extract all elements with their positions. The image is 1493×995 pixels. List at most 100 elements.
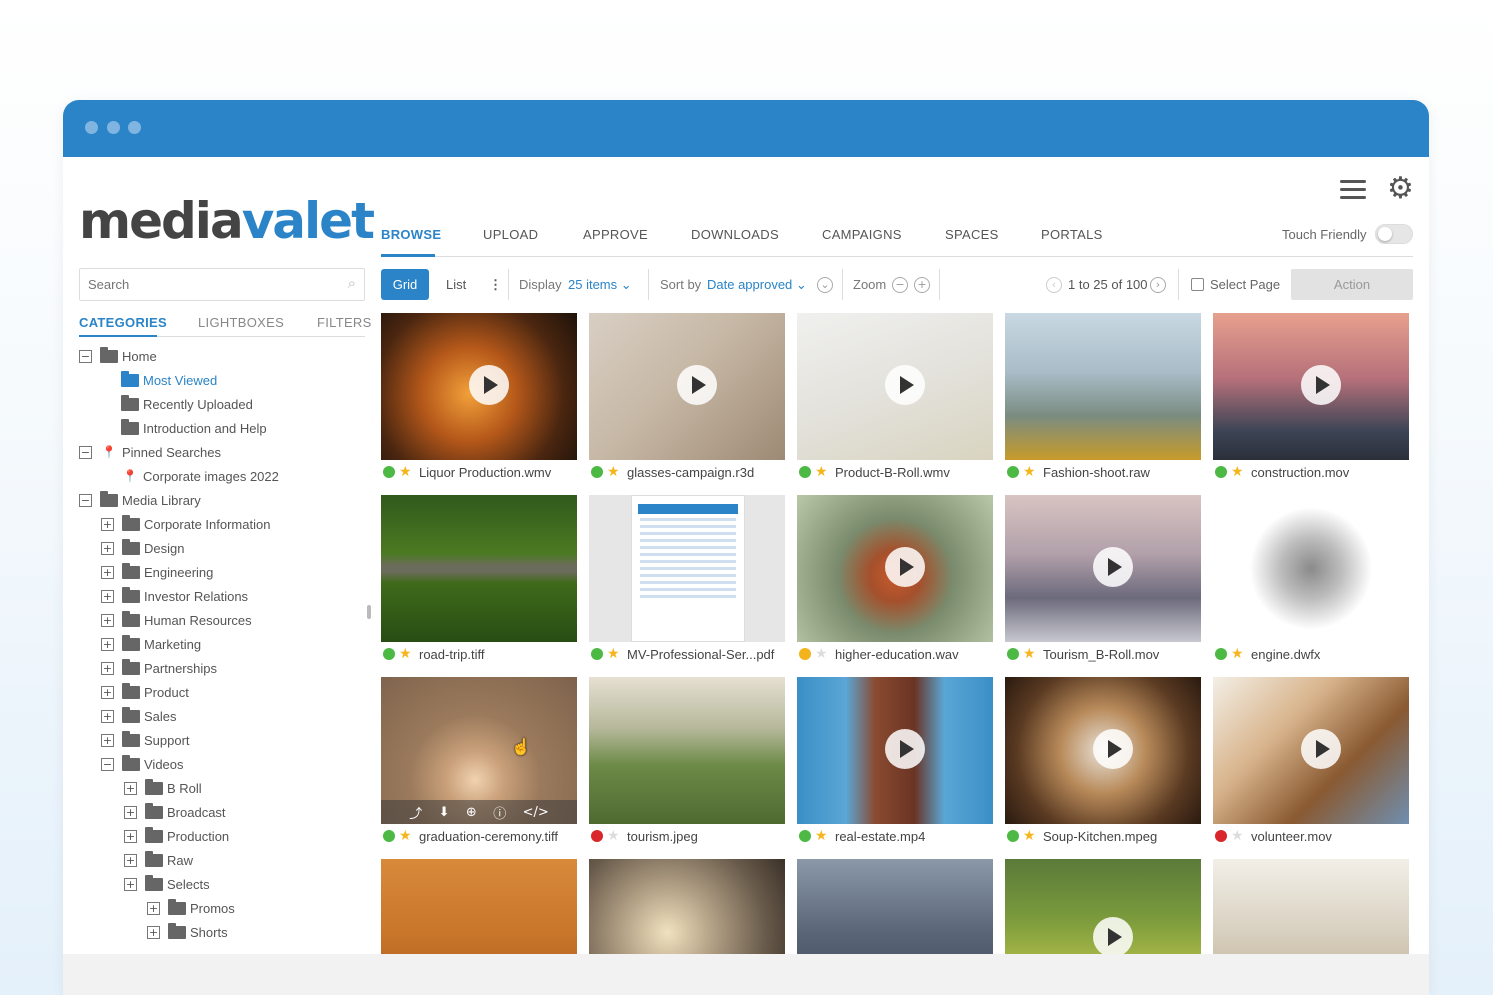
expand-icon[interactable]: + — [124, 781, 137, 795]
window-dot[interactable] — [85, 121, 98, 134]
asset-name[interactable]: MV-Professional-Ser...pdf — [627, 647, 774, 662]
expand-icon[interactable]: + — [101, 517, 114, 531]
asset-tile[interactable]: ★ MV-Professional-Ser...pdf — [589, 495, 785, 666]
asset-thumbnail[interactable] — [589, 677, 785, 824]
star-icon[interactable]: ★ — [815, 647, 829, 661]
asset-thumbnail[interactable]: ☝ ⤴ ⬇ ⊕ ⓘ </> — [381, 677, 577, 824]
asset-thumbnail[interactable] — [589, 495, 785, 642]
more-options-icon[interactable]: ⋮ — [489, 277, 502, 293]
play-icon[interactable] — [885, 365, 925, 405]
sort-direction-icon[interactable]: ⌄ — [817, 277, 833, 293]
tree-item-b-roll[interactable]: + B Roll — [124, 778, 202, 798]
asset-tile[interactable]: ★ Tourism_B-Roll.mov — [1005, 495, 1201, 666]
play-icon[interactable] — [469, 365, 509, 405]
window-dot[interactable] — [128, 121, 141, 134]
asset-name[interactable]: Fashion-shoot.raw — [1043, 465, 1150, 480]
tree-item-raw[interactable]: + Raw — [124, 850, 193, 870]
asset-tile[interactable]: ★ tourism.jpeg — [589, 677, 785, 848]
mediavalet-logo[interactable]: mediavalet — [79, 196, 375, 246]
asset-tile[interactable]: ★ road-trip.tiff — [381, 495, 577, 666]
asset-tile[interactable] — [589, 859, 785, 954]
next-page-icon[interactable]: › — [1150, 277, 1166, 293]
zoom-out-icon[interactable]: − — [892, 277, 908, 293]
play-icon[interactable] — [1301, 729, 1341, 769]
collapse-icon[interactable]: − — [79, 349, 92, 363]
tab-approve[interactable]: APPROVE — [583, 227, 648, 242]
asset-tile[interactable] — [381, 859, 577, 954]
tree-item-most-viewed[interactable]: Most Viewed — [121, 370, 217, 390]
asset-name[interactable]: Tourism_B-Roll.mov — [1043, 647, 1159, 662]
tree-item-production[interactable]: + Production — [124, 826, 229, 846]
asset-thumbnail[interactable] — [1005, 859, 1201, 954]
download-icon[interactable]: ⬇ — [439, 805, 450, 820]
tree-item-home[interactable]: − Home — [79, 346, 157, 366]
star-icon[interactable]: ★ — [607, 465, 621, 479]
asset-name[interactable]: construction.mov — [1251, 465, 1349, 480]
play-icon[interactable] — [1093, 547, 1133, 587]
star-icon[interactable]: ★ — [815, 829, 829, 843]
star-icon[interactable]: ★ — [607, 829, 621, 843]
tree-item-sales[interactable]: + Sales — [101, 706, 177, 726]
expand-icon[interactable]: + — [124, 877, 137, 891]
expand-icon[interactable]: + — [101, 661, 114, 675]
play-icon[interactable] — [1093, 729, 1133, 769]
asset-thumbnail[interactable] — [797, 677, 993, 824]
asset-name[interactable]: real-estate.mp4 — [835, 829, 925, 844]
tree-item-investor-relations[interactable]: + Investor Relations — [101, 586, 248, 606]
asset-thumbnail[interactable] — [1213, 313, 1409, 460]
star-icon[interactable]: ★ — [399, 465, 413, 479]
tree-item-corporate-information[interactable]: + Corporate Information — [101, 514, 270, 534]
tree-item-human-resources[interactable]: + Human Resources — [101, 610, 252, 630]
tab-upload[interactable]: UPLOAD — [483, 227, 538, 242]
star-icon[interactable]: ★ — [399, 647, 413, 661]
asset-thumbnail[interactable] — [589, 859, 785, 954]
asset-tile[interactable]: ★ glasses-campaign.r3d — [589, 313, 785, 484]
asset-thumbnail[interactable] — [797, 495, 993, 642]
asset-tile[interactable]: ☝ ⤴ ⬇ ⊕ ⓘ </> ★ graduation-ceremony.tiff — [381, 677, 577, 848]
tab-categories[interactable]: CATEGORIES — [79, 315, 167, 330]
tree-item-recently-uploaded[interactable]: Recently Uploaded — [121, 394, 253, 414]
expand-icon[interactable]: + — [124, 853, 137, 867]
action-button[interactable]: Action — [1291, 269, 1413, 300]
menu-icon[interactable] — [1340, 180, 1366, 200]
asset-thumbnail[interactable] — [1005, 677, 1201, 824]
asset-name[interactable]: Soup-Kitchen.mpeg — [1043, 829, 1157, 844]
expand-icon[interactable]: + — [124, 805, 137, 819]
tree-item-design[interactable]: + Design — [101, 538, 184, 558]
star-icon[interactable]: ★ — [1023, 829, 1037, 843]
asset-tile[interactable] — [1005, 859, 1201, 954]
star-icon[interactable]: ★ — [1023, 465, 1037, 479]
tree-item-media-library[interactable]: − Media Library — [79, 490, 201, 510]
asset-thumbnail[interactable] — [797, 313, 993, 460]
asset-thumbnail[interactable] — [1005, 313, 1201, 460]
asset-thumbnail[interactable] — [797, 859, 993, 954]
asset-name[interactable]: road-trip.tiff — [419, 647, 485, 662]
tree-item-intro-help[interactable]: Introduction and Help — [121, 418, 267, 438]
search-input[interactable] — [80, 269, 320, 300]
select-page-checkbox[interactable] — [1191, 278, 1204, 291]
tree-item-promos[interactable]: + Promos — [147, 898, 235, 918]
tree-item-marketing[interactable]: + Marketing — [101, 634, 201, 654]
asset-name[interactable]: tourism.jpeg — [627, 829, 698, 844]
play-icon[interactable] — [1093, 917, 1133, 954]
asset-name[interactable]: engine.dwfx — [1251, 647, 1320, 662]
tab-downloads[interactable]: DOWNLOADS — [691, 227, 779, 242]
asset-name[interactable]: Liquor Production.wmv — [419, 465, 551, 480]
zoom-in-icon[interactable]: + — [914, 277, 930, 293]
asset-tile[interactable]: ★ real-estate.mp4 — [797, 677, 993, 848]
tree-item-engineering[interactable]: + Engineering — [101, 562, 213, 582]
asset-tile[interactable]: ★ Fashion-shoot.raw — [1005, 313, 1201, 484]
tree-item-videos[interactable]: − Videos — [101, 754, 184, 774]
tab-lightboxes[interactable]: LIGHTBOXES — [198, 315, 284, 330]
tab-filters[interactable]: FILTERS — [317, 315, 372, 330]
expand-icon[interactable]: + — [101, 709, 114, 723]
asset-thumbnail[interactable] — [589, 313, 785, 460]
asset-tile[interactable]: ★ Liquor Production.wmv — [381, 313, 577, 484]
sort-dropdown[interactable]: Date approved ⌄ — [707, 277, 807, 293]
star-icon[interactable]: ★ — [1231, 647, 1245, 661]
asset-thumbnail[interactable] — [1213, 859, 1409, 954]
star-icon[interactable]: ★ — [607, 647, 621, 661]
expand-icon[interactable]: + — [124, 829, 137, 843]
expand-icon[interactable]: + — [101, 637, 114, 651]
share-icon[interactable]: ⤴ — [409, 803, 422, 822]
